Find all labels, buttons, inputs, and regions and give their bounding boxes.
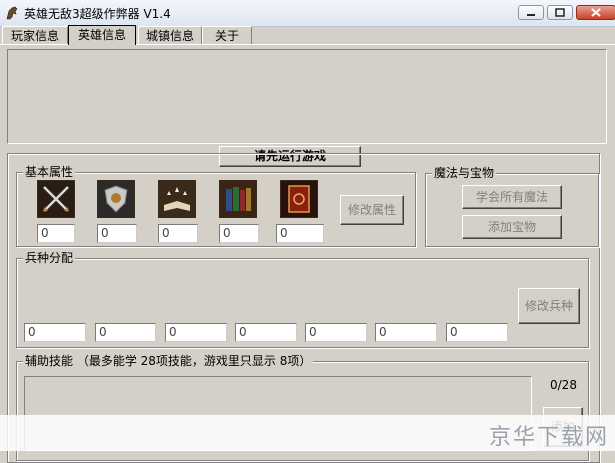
maximize-button[interactable] [547, 5, 573, 20]
troop-slot-6-field[interactable]: 0 [375, 323, 437, 342]
title-bar: 英雄无敌3超级作弊器 V1.4 [0, 0, 615, 27]
troop-slot-3-field[interactable]: 0 [165, 323, 227, 342]
app-horse-icon [6, 6, 18, 20]
secondary-skills-label: 辅助技能 （最多能学 28项技能，游戏里只显示 8项） [23, 354, 314, 368]
modify-attributes-button[interactable]: 修改属性 [340, 195, 404, 225]
tab-player-info[interactable]: 玩家信息 [2, 26, 68, 44]
knowledge-books-icon [219, 180, 257, 218]
basic-attributes-label: 基本属性 [23, 165, 76, 179]
spell-power-book-icon [158, 180, 196, 218]
tab-town-info[interactable]: 城镇信息 [138, 26, 202, 44]
maximize-icon [555, 8, 565, 17]
knowledge-value-field[interactable]: 0 [219, 224, 259, 243]
watermark-text: 京华下载网 [488, 425, 609, 450]
modify-troops-button[interactable]: 修改兵种 [518, 288, 580, 324]
attack-value-field[interactable]: 0 [37, 224, 75, 243]
troop-allocation-label: 兵种分配 [23, 251, 76, 265]
close-button[interactable] [576, 5, 615, 20]
skills-counter: 0/28 [550, 378, 577, 392]
magic-treasure-label: 魔法与宝物 [432, 166, 497, 180]
spellbook-icon [280, 180, 318, 218]
troop-slot-7-field[interactable]: 0 [446, 323, 508, 342]
close-icon [591, 8, 601, 17]
troop-slot-5-field[interactable]: 0 [305, 323, 367, 342]
defense-shield-icon [97, 180, 135, 218]
troop-slot-4-field[interactable]: 0 [235, 323, 297, 342]
hero-list-box[interactable] [7, 49, 607, 144]
learn-all-magic-button[interactable]: 学会所有魔法 [462, 185, 562, 209]
tab-about[interactable]: 关于 [202, 26, 252, 44]
troop-slot-1-field[interactable]: 0 [24, 323, 86, 342]
window-title: 英雄无敌3超级作弊器 V1.4 [24, 7, 171, 21]
attack-swords-icon [37, 180, 75, 218]
minimize-button[interactable] [518, 5, 544, 20]
add-treasure-button[interactable]: 添加宝物 [462, 215, 562, 239]
mana-value-field[interactable]: 0 [276, 224, 324, 243]
defense-value-field[interactable]: 0 [97, 224, 137, 243]
tab-hero-info[interactable]: 英雄信息 [68, 25, 136, 45]
watermark-overlay: 京华下载网 [0, 415, 615, 451]
spell-power-value-field[interactable]: 0 [158, 224, 198, 243]
troop-slot-2-field[interactable]: 0 [95, 323, 156, 342]
hero-info-panel: 请先运行游戏 基本属性 0 0 0 0 0 修改属性 魔法与宝物 学会所有魔法 … [0, 44, 615, 463]
minimize-icon [527, 14, 535, 16]
